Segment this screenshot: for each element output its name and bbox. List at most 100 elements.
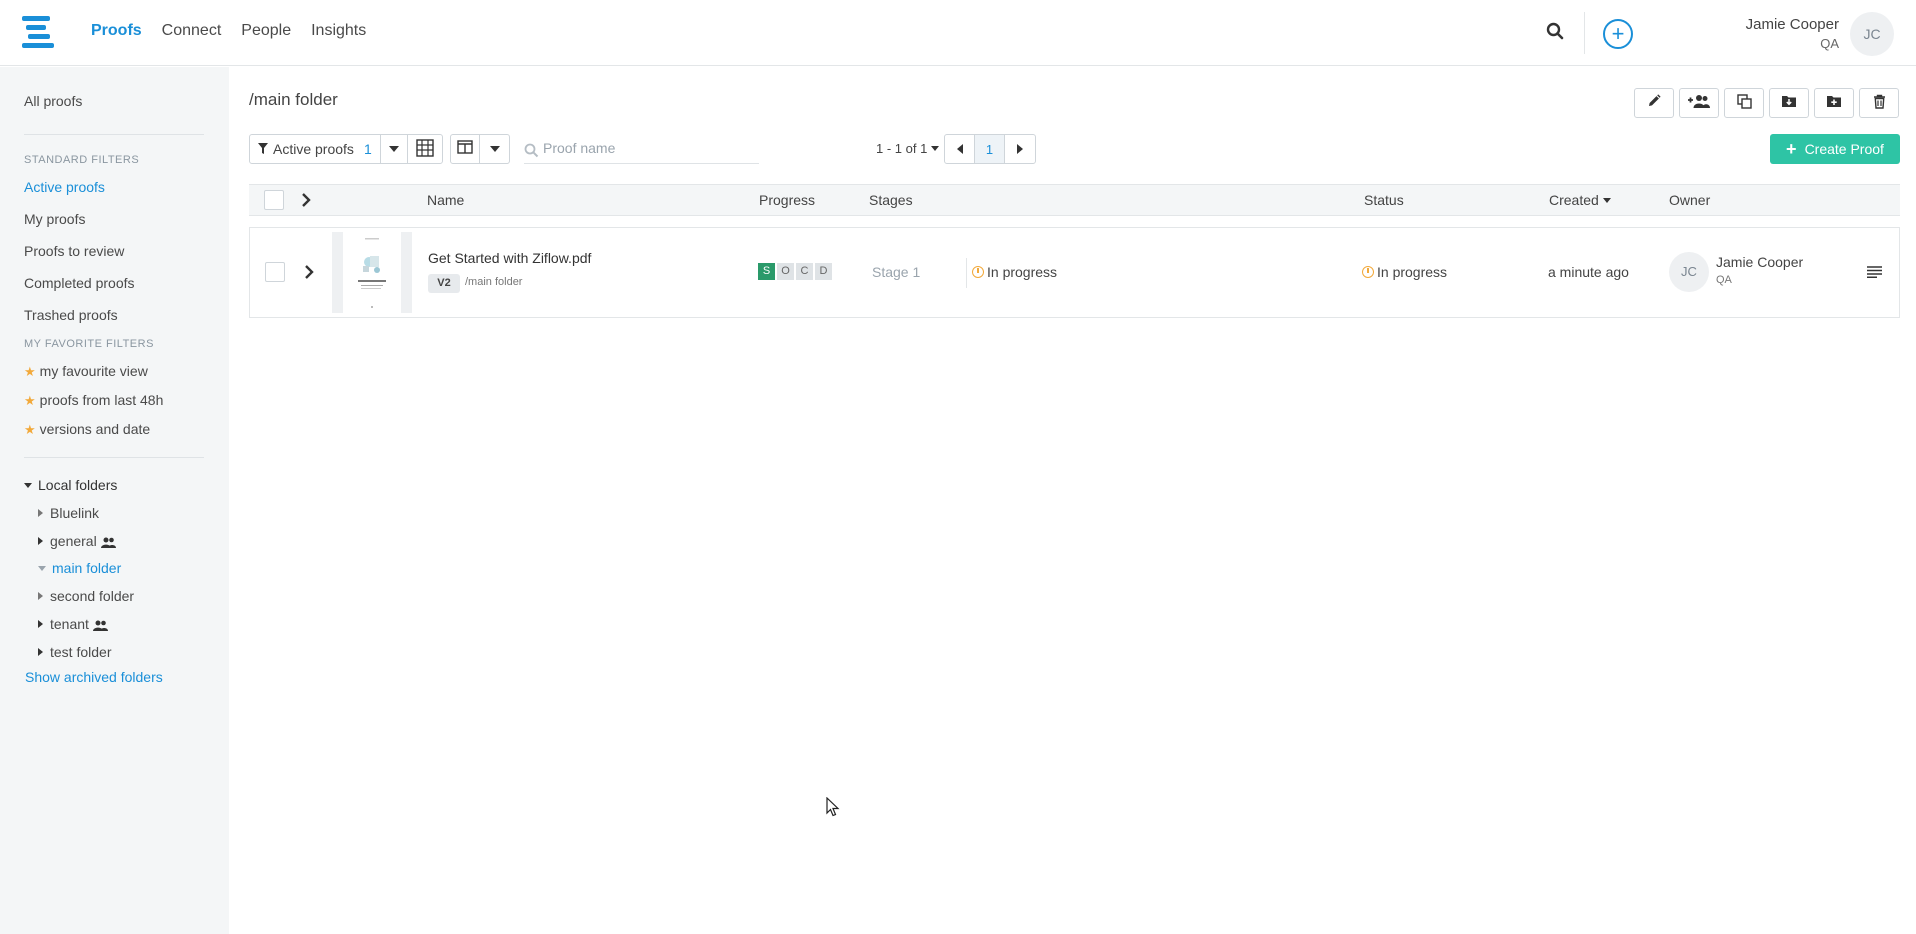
- local-folders-toggle[interactable]: Local folders: [24, 477, 117, 493]
- columns-button[interactable]: [451, 135, 480, 163]
- column-name[interactable]: Name: [427, 192, 464, 208]
- duplicate-button[interactable]: [1724, 88, 1764, 118]
- mouse-cursor-icon: [826, 796, 840, 821]
- filter-count: 1: [363, 141, 372, 157]
- table-row[interactable]: Get Started with Ziflow.pdf V2 /main fol…: [249, 227, 1900, 318]
- column-owner[interactable]: Owner: [1669, 192, 1710, 208]
- search-input[interactable]: [543, 140, 753, 156]
- add-icon[interactable]: +: [1603, 19, 1633, 49]
- column-progress[interactable]: Progress: [759, 192, 815, 208]
- previous-page-button[interactable]: [945, 135, 975, 163]
- top-bar: Proofs Connect People Insights + Jamie C…: [0, 0, 1916, 66]
- column-created[interactable]: Created: [1549, 192, 1611, 208]
- filter-dropdown-button[interactable]: [381, 135, 408, 163]
- star-icon: ★: [24, 393, 36, 408]
- download-icon: [1781, 94, 1797, 112]
- sort-desc-icon: [1602, 198, 1611, 203]
- sidebar-item-proofs-to-review[interactable]: Proofs to review: [24, 243, 124, 259]
- folder-toolbar: [1634, 88, 1899, 118]
- current-page[interactable]: 1: [975, 135, 1005, 163]
- add-user-icon: [1688, 94, 1710, 112]
- proof-thumbnail[interactable]: [332, 232, 412, 313]
- ziflow-logo-icon[interactable]: [22, 16, 54, 48]
- favorite-filter-item[interactable]: ★ my favourite view: [24, 363, 148, 380]
- download-button[interactable]: [1769, 88, 1809, 118]
- shared-users-icon: [100, 535, 116, 551]
- row-menu-icon[interactable]: [1867, 265, 1882, 281]
- progress-step: D: [815, 263, 832, 280]
- star-icon: ★: [24, 422, 36, 437]
- nav-insights[interactable]: Insights: [311, 22, 366, 40]
- columns-icon: [457, 140, 473, 158]
- show-archived-folders-link[interactable]: Show archived folders: [25, 669, 163, 685]
- owner-role: QA: [1716, 274, 1732, 286]
- star-icon: ★: [24, 364, 36, 379]
- folder-item-test-folder[interactable]: test folder: [38, 644, 111, 660]
- columns-dropdown-button[interactable]: [480, 135, 509, 163]
- user-name[interactable]: Jamie Cooper: [1746, 16, 1839, 33]
- share-folder-button[interactable]: [1679, 88, 1719, 118]
- sidebar-item-active-proofs[interactable]: Active proofs: [24, 179, 105, 195]
- created-time: a minute ago: [1548, 264, 1629, 280]
- progress-step: O: [777, 263, 794, 280]
- chevron-right-icon: [38, 592, 43, 600]
- select-all-checkbox[interactable]: [264, 190, 284, 210]
- expand-all-icon[interactable]: [301, 193, 311, 210]
- sidebar-item-completed-proofs[interactable]: Completed proofs: [24, 275, 135, 291]
- filter-selector: Active proofs 1: [249, 134, 443, 164]
- folder-item-tenant[interactable]: tenant: [38, 616, 108, 634]
- columns-selector: [450, 134, 510, 164]
- board-view-button[interactable]: [408, 135, 442, 163]
- proof-name[interactable]: Get Started with Ziflow.pdf: [428, 250, 591, 266]
- nav-connect[interactable]: Connect: [162, 22, 222, 40]
- chevron-right-icon: [38, 537, 43, 545]
- avatar[interactable]: JC: [1850, 12, 1894, 56]
- nav-people[interactable]: People: [241, 22, 291, 40]
- expand-row-icon[interactable]: [304, 265, 314, 282]
- divider: [966, 258, 967, 288]
- folder-item-bluelink[interactable]: Bluelink: [38, 505, 99, 521]
- progress-step: C: [796, 263, 813, 280]
- column-stages[interactable]: Stages: [869, 192, 913, 208]
- folder-item-main-folder[interactable]: main folder: [38, 560, 121, 576]
- folder-item-second-folder[interactable]: second folder: [38, 588, 134, 604]
- clock-icon: [1362, 266, 1374, 278]
- chevron-down-icon: [489, 146, 500, 152]
- sidebar-item-trashed-proofs[interactable]: Trashed proofs: [24, 307, 118, 323]
- plus-icon: +: [1786, 138, 1797, 159]
- table-header: Name Progress Stages Status Created Owne…: [249, 184, 1900, 216]
- favorite-filters-heading: MY FAVORITE FILTERS: [24, 338, 154, 350]
- pagination-info[interactable]: 1 - 1 of 1: [876, 141, 939, 156]
- sidebar-item-all-proofs[interactable]: All proofs: [24, 93, 82, 109]
- favorite-filter-item[interactable]: ★ versions and date: [24, 421, 150, 438]
- stage-name[interactable]: Stage 1: [872, 264, 920, 280]
- copy-icon: [1736, 93, 1752, 113]
- divider: [24, 134, 204, 135]
- filter-icon: [258, 141, 268, 157]
- search-icon: [524, 143, 539, 162]
- version-badge[interactable]: V2: [428, 274, 460, 293]
- row-checkbox[interactable]: [265, 262, 285, 282]
- pencil-icon: [1647, 94, 1661, 112]
- next-page-button[interactable]: [1005, 135, 1035, 163]
- building-icon: [416, 138, 434, 160]
- new-folder-button[interactable]: [1814, 88, 1854, 118]
- active-filter-button[interactable]: Active proofs 1: [250, 135, 381, 163]
- create-proof-button[interactable]: + Create Proof: [1770, 134, 1900, 164]
- search-icon[interactable]: [1546, 22, 1568, 44]
- proof-search: [524, 138, 759, 164]
- sidebar: All proofs STANDARD FILTERS Active proof…: [0, 67, 229, 934]
- favorite-filter-item[interactable]: ★ proofs from last 48h: [24, 392, 163, 409]
- column-status[interactable]: Status: [1364, 192, 1404, 208]
- chevron-right-icon: [38, 648, 43, 656]
- folder-item-general[interactable]: general: [38, 533, 116, 551]
- pdf-page-preview: [343, 232, 401, 313]
- progress-step: S: [758, 263, 775, 280]
- pagination: 1: [944, 134, 1036, 164]
- page-title: /main folder: [249, 90, 338, 109]
- nav-proofs[interactable]: Proofs: [91, 22, 142, 40]
- chevron-down-icon: [24, 483, 32, 488]
- sidebar-item-my-proofs[interactable]: My proofs: [24, 211, 85, 227]
- edit-button[interactable]: [1634, 88, 1674, 118]
- delete-button[interactable]: [1859, 88, 1899, 118]
